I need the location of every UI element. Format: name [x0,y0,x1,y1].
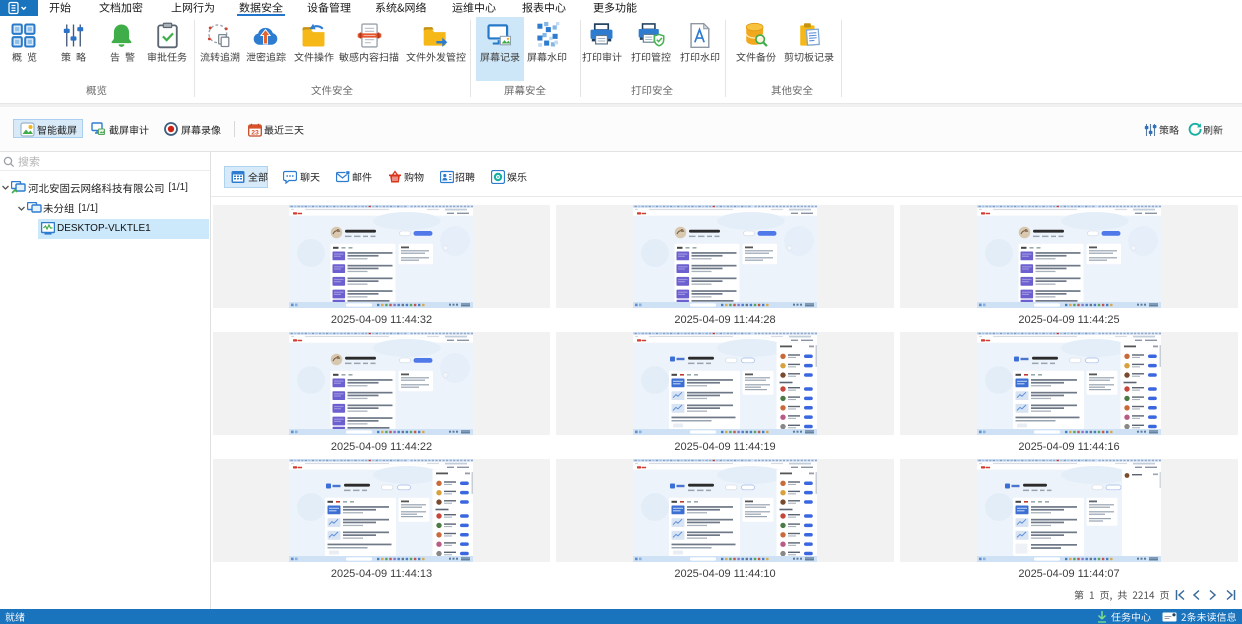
svg-text:23: 23 [251,129,259,136]
